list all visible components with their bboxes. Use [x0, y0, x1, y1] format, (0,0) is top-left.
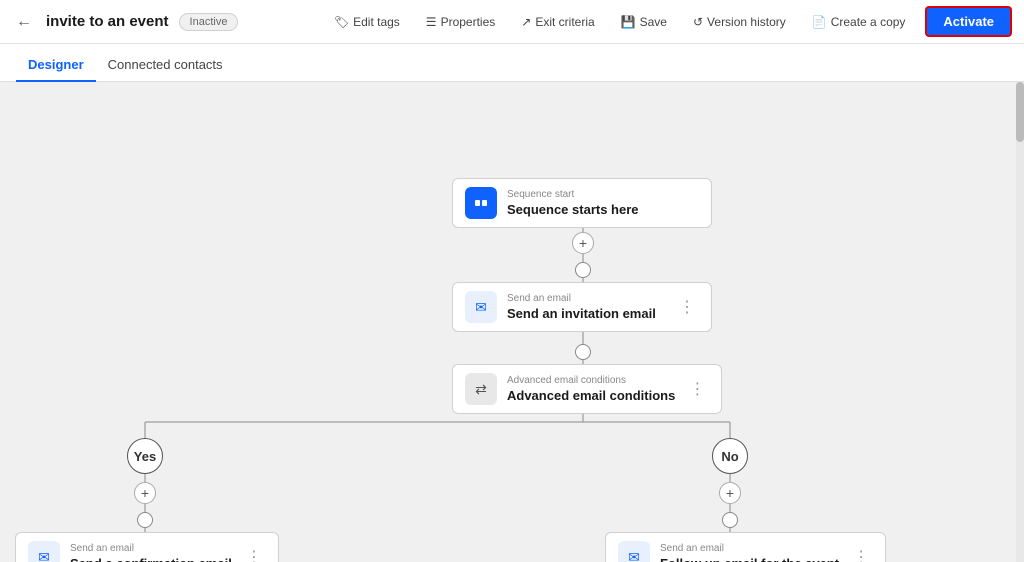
email-icon-yes: ✉	[28, 541, 60, 562]
send-confirmation-email-node: ✉ Send an email Send a confirmation emai…	[15, 532, 279, 562]
connector-circle-1	[575, 262, 591, 278]
send-confirmation-menu[interactable]: ⋮	[242, 545, 266, 562]
advanced-conditions-main-node: ⇄ Advanced email conditions Advanced ema…	[452, 364, 722, 414]
back-button[interactable]: ←	[12, 9, 36, 35]
tabs: Designer Connected contacts	[0, 44, 1024, 82]
send-confirmation-text: Send an email Send a confirmation email	[70, 543, 232, 562]
status-badge: Inactive	[179, 13, 239, 31]
send-invitation-menu[interactable]: ⋮	[675, 295, 699, 319]
header-right: 🏷 Edit tags ☰ Properties ↗ Exit criteria…	[328, 6, 1012, 37]
page-title: invite to an event	[46, 13, 169, 30]
scrollbar-thumb[interactable]	[1016, 82, 1024, 142]
add-node-button-yes[interactable]: +	[134, 482, 156, 504]
followup-email-node: ✉ Send an email Follow up email for the …	[605, 532, 886, 562]
header: ← invite to an event Inactive 🏷 Edit tag…	[0, 0, 1024, 44]
tab-designer[interactable]: Designer	[16, 49, 96, 82]
no-branch-label: No	[712, 438, 748, 474]
sequence-start-text: Sequence start Sequence starts here	[507, 189, 699, 217]
send-invitation-email-node: ✉ Send an email Send an invitation email…	[452, 282, 712, 332]
tag-icon: 🏷	[334, 15, 349, 29]
properties-button[interactable]: ☰ Properties	[420, 11, 501, 33]
connector-circle-2	[575, 344, 591, 360]
save-button[interactable]: 💾 Save	[615, 11, 673, 33]
conditions-icon-main: ⇄	[465, 373, 497, 405]
email-icon-1: ✉	[465, 291, 497, 323]
add-node-button-1[interactable]: +	[572, 232, 594, 254]
properties-icon: ☰	[426, 15, 437, 29]
activate-button[interactable]: Activate	[925, 6, 1012, 37]
header-left: ← invite to an event Inactive	[12, 9, 238, 35]
tab-connected-contacts[interactable]: Connected contacts	[96, 49, 235, 82]
version-history-button[interactable]: ↺ Version history	[687, 11, 792, 33]
advanced-conditions-main-menu[interactable]: ⋮	[685, 377, 709, 401]
yes-branch-label: Yes	[127, 438, 163, 474]
connector-circle-no	[722, 512, 738, 528]
followup-email-menu[interactable]: ⋮	[849, 545, 873, 562]
advanced-conditions-main-text: Advanced email conditions Advanced email…	[507, 375, 675, 403]
create-copy-button[interactable]: 📄 Create a copy	[806, 11, 912, 33]
exit-criteria-icon: ↗	[521, 15, 531, 29]
send-invitation-text: Send an email Send an invitation email	[507, 293, 665, 321]
version-history-icon: ↺	[693, 15, 703, 29]
connector-circle-yes	[137, 512, 153, 528]
followup-email-text: Send an email Follow up email for the ev…	[660, 543, 839, 562]
edit-tags-button[interactable]: 🏷 Edit tags	[328, 11, 406, 33]
canvas: Sequence start Sequence starts here + ✉ …	[0, 82, 1024, 562]
exit-criteria-button[interactable]: ↗ Exit criteria	[515, 11, 600, 33]
copy-icon: 📄	[812, 15, 827, 29]
add-node-button-no[interactable]: +	[719, 482, 741, 504]
sequence-start-node: Sequence start Sequence starts here	[452, 178, 712, 228]
save-icon: 💾	[621, 15, 636, 29]
sequence-start-icon	[465, 187, 497, 219]
email-icon-no: ✉	[618, 541, 650, 562]
scrollbar-track	[1016, 82, 1024, 562]
